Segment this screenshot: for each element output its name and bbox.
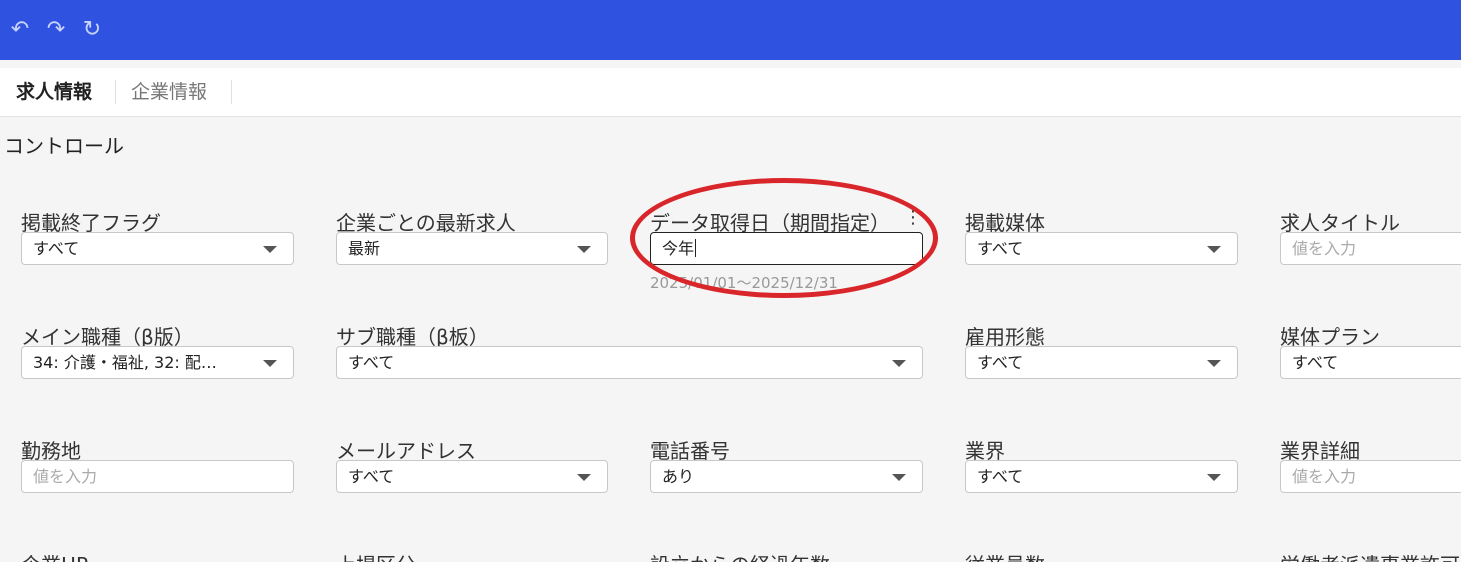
tab-company-info[interactable]: 企業情報 bbox=[115, 68, 223, 116]
select-value: すべて bbox=[977, 239, 1024, 258]
top-toolbar: ↶ ↷ ↻ bbox=[0, 0, 1461, 60]
undo-icon[interactable]: ↶ bbox=[8, 16, 32, 44]
data-date-filter: データ取得日（期間指定） ⋮ 今年 2025/01/01～2025/12/31 bbox=[650, 207, 923, 297]
latest-per-company-select[interactable]: 最新 bbox=[336, 232, 608, 265]
more-vert-icon[interactable]: ⋮ bbox=[904, 207, 922, 228]
input-placeholder: 値を入力 bbox=[33, 467, 98, 486]
input-value: 今年 bbox=[662, 239, 695, 258]
input-placeholder: 値を入力 bbox=[1292, 467, 1357, 486]
email-filter: メールアドレス すべて bbox=[336, 435, 608, 499]
field-label: 従業員数 bbox=[965, 549, 1045, 562]
select-value: すべて bbox=[977, 467, 1024, 486]
field-label: 労働者派遣事業許可 bbox=[1280, 549, 1460, 562]
select-value: すべて bbox=[348, 353, 395, 372]
job-title-input[interactable]: 値を入力 bbox=[1280, 232, 1461, 265]
chevron-down-icon bbox=[263, 360, 277, 367]
chevron-down-icon bbox=[892, 360, 906, 367]
chevron-down-icon bbox=[1207, 246, 1221, 253]
email-select[interactable]: すべて bbox=[336, 460, 608, 493]
select-value: 34: 介護・福祉, 32: 配… bbox=[33, 353, 217, 372]
listing-end-flag-filter: 掲載終了フラグ すべて bbox=[21, 207, 294, 271]
field-label: 設立からの経過年数 bbox=[650, 549, 830, 562]
industry-filter: 業界 すべて bbox=[965, 435, 1238, 499]
media-filter: 掲載媒体 すべて bbox=[965, 207, 1238, 271]
sub-job-type-filter: サブ職種（β板） すべて bbox=[336, 321, 923, 385]
employment-type-filter: 雇用形態 すべて bbox=[965, 321, 1238, 385]
tab-job-info[interactable]: 求人情報 bbox=[0, 68, 108, 116]
latest-per-company-filter: 企業ごとの最新求人 最新 bbox=[336, 207, 608, 271]
chevron-down-icon bbox=[577, 246, 591, 253]
select-value: すべて bbox=[977, 353, 1024, 372]
listing-category-filter: 上場区分 bbox=[336, 549, 608, 562]
main-job-type-filter: メイン職種（β版） 34: 介護・福祉, 32: 配… bbox=[21, 321, 294, 385]
phone-select[interactable]: あり bbox=[650, 460, 923, 493]
employment-type-select[interactable]: すべて bbox=[965, 346, 1238, 379]
media-plan-filter: 媒体プラン すべて bbox=[1280, 321, 1461, 385]
section-title: コントロール bbox=[4, 134, 124, 158]
field-label: 上場区分 bbox=[336, 549, 416, 562]
input-placeholder: 値を入力 bbox=[1292, 239, 1357, 258]
work-location-filter: 勤務地 値を入力 bbox=[21, 435, 294, 499]
industry-detail-filter: 業界詳細 値を入力 bbox=[1280, 435, 1461, 499]
industry-select[interactable]: すべて bbox=[965, 460, 1238, 493]
company-hp-filter: 企業HP bbox=[21, 549, 294, 562]
dispatch-license-filter: 労働者派遣事業許可 bbox=[1280, 549, 1461, 562]
industry-detail-input[interactable]: 値を入力 bbox=[1280, 460, 1461, 493]
select-value: すべて bbox=[33, 239, 80, 258]
work-location-input[interactable]: 値を入力 bbox=[21, 460, 294, 493]
select-value: あり bbox=[662, 467, 695, 486]
tab-divider bbox=[231, 80, 232, 104]
chevron-down-icon bbox=[263, 246, 277, 253]
date-range-hint: 2025/01/01～2025/12/31 bbox=[650, 274, 838, 292]
field-label: 企業HP bbox=[21, 549, 88, 562]
redo-icon[interactable]: ↷ bbox=[44, 16, 68, 44]
chevron-down-icon bbox=[1207, 360, 1221, 367]
chevron-down-icon bbox=[892, 474, 906, 481]
tab-bar: 求人情報 企業情報 bbox=[0, 68, 1461, 117]
select-value: すべて bbox=[348, 467, 395, 486]
chevron-down-icon bbox=[1207, 474, 1221, 481]
main-job-type-select[interactable]: 34: 介護・福祉, 32: 配… bbox=[21, 346, 294, 379]
years-since-founded-filter: 設立からの経過年数 bbox=[650, 549, 923, 562]
data-date-input[interactable]: 今年 bbox=[650, 232, 923, 265]
select-value: 最新 bbox=[348, 239, 381, 258]
media-select[interactable]: すべて bbox=[965, 232, 1238, 265]
text-cursor bbox=[695, 239, 697, 257]
listing-end-flag-select[interactable]: すべて bbox=[21, 232, 294, 265]
sub-job-type-select[interactable]: すべて bbox=[336, 346, 923, 379]
phone-filter: 電話番号 あり bbox=[650, 435, 923, 499]
refresh-icon[interactable]: ↻ bbox=[80, 16, 104, 44]
select-value: すべて bbox=[1292, 353, 1339, 372]
chevron-down-icon bbox=[577, 474, 591, 481]
media-plan-select[interactable]: すべて bbox=[1280, 346, 1461, 379]
employee-count-filter: 従業員数 bbox=[965, 549, 1238, 562]
job-title-filter: 求人タイトル 値を入力 bbox=[1280, 207, 1461, 271]
